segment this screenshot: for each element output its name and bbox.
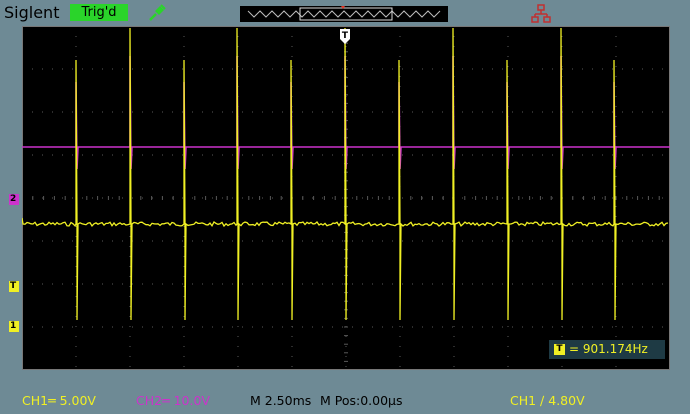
waveform-svg: T bbox=[22, 26, 670, 370]
traces bbox=[22, 27, 670, 321]
ch1-scale[interactable]: CH1═ 5.00V bbox=[22, 393, 96, 408]
trigger-position-label: T bbox=[342, 31, 349, 41]
status-bar: CH1═ 5.00V CH2═ 10.0V M 2.50ms M Pos:0.0… bbox=[0, 388, 690, 414]
trigger-position-marker[interactable]: T bbox=[340, 29, 350, 44]
network-icon bbox=[531, 4, 551, 23]
top-bar: Siglent Trig'd bbox=[0, 0, 690, 26]
time-scale[interactable]: M 2.50ms bbox=[250, 393, 311, 408]
ch1-ground-marker[interactable]: 1 bbox=[9, 321, 19, 332]
waveform-display[interactable]: T bbox=[22, 26, 670, 370]
ch2-ground-marker[interactable]: 2 bbox=[9, 194, 19, 205]
trigger-status-badge: Trig'd bbox=[70, 4, 128, 21]
trigger-info[interactable]: CH1 ∕ 4.80V bbox=[510, 393, 585, 408]
frequency-readout: T = 901.174Hz bbox=[549, 340, 665, 359]
brand-label: Siglent bbox=[4, 3, 60, 22]
frequency-marker: T bbox=[554, 344, 565, 355]
frequency-value: = 901.174Hz bbox=[569, 342, 648, 356]
probe-icon bbox=[149, 4, 166, 21]
ch2-scale[interactable]: CH2═ 10.0V bbox=[136, 393, 210, 408]
time-position[interactable]: M Pos:0.00µs bbox=[320, 393, 403, 408]
timebase-overview[interactable] bbox=[240, 6, 448, 22]
trigger-level-marker[interactable]: T bbox=[9, 281, 19, 292]
